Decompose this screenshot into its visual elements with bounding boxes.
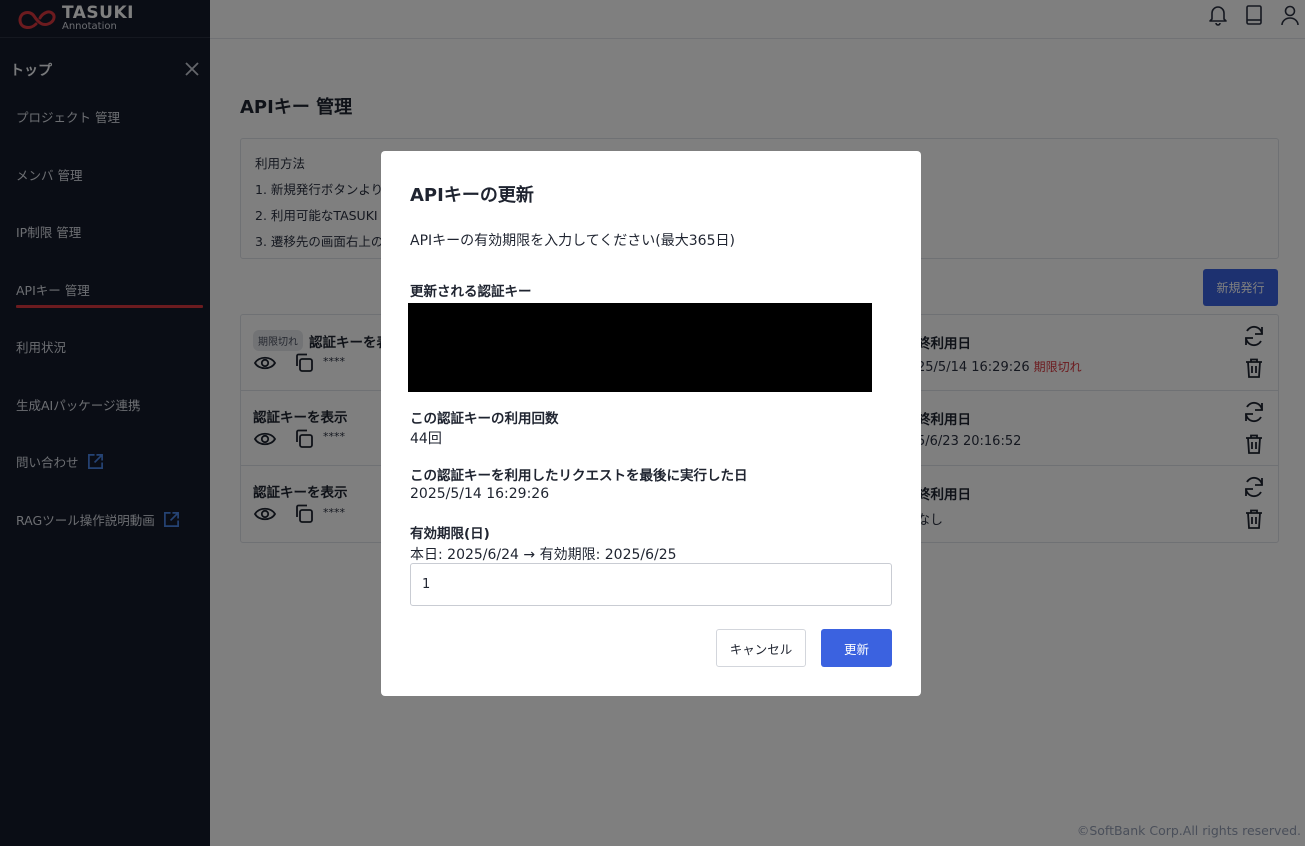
redacted-key-value	[408, 303, 872, 392]
expiry-days-input[interactable]	[410, 563, 892, 606]
dialog-description: APIキーの有効期限を入力してください(最大365日)	[410, 233, 735, 249]
update-key-dialog: APIキーの更新 APIキーの有効期限を入力してください(最大365日) 更新さ…	[381, 151, 921, 696]
expiry-dates-text: 本日: 2025/6/24 → 有効期限: 2025/6/25	[410, 547, 677, 563]
expiry-days-label: 有効期限(日)	[410, 526, 490, 542]
usage-count-value: 44回	[410, 431, 442, 447]
key-to-update-label: 更新される認証キー	[410, 284, 532, 300]
last-request-label: この認証キーを利用したリクエストを最後に実行した日	[410, 468, 748, 484]
update-button[interactable]: 更新	[821, 629, 892, 667]
usage-count-label: この認証キーの利用回数	[410, 411, 559, 427]
last-request-value: 2025/5/14 16:29:26	[410, 486, 550, 502]
dialog-title: APIキーの更新	[410, 185, 534, 206]
cancel-button[interactable]: キャンセル	[716, 629, 806, 667]
copyright-footer: ©SoftBank Corp.All rights reserved.	[1076, 823, 1301, 838]
